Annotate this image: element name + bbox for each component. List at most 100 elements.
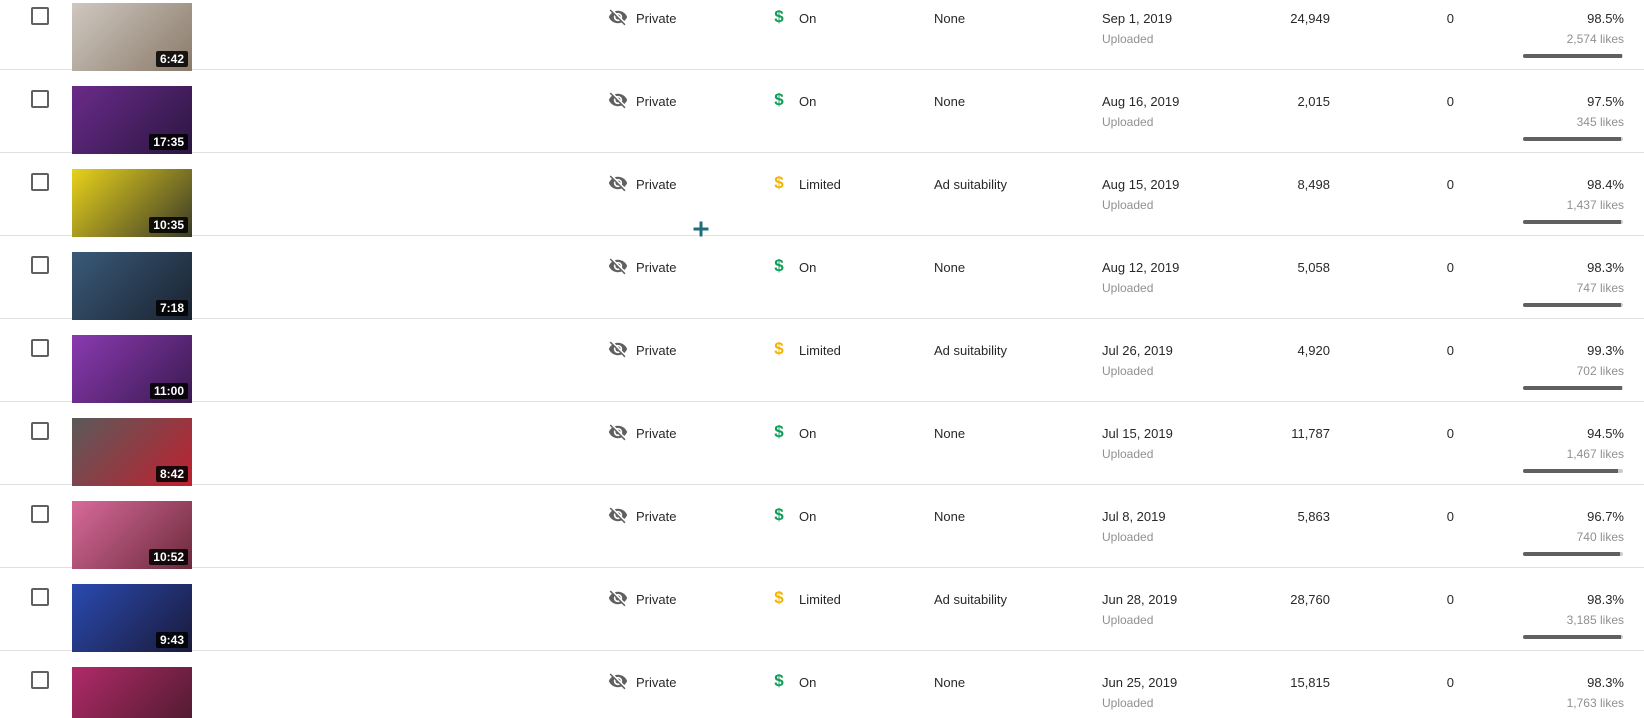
eye-off-icon: [608, 505, 628, 525]
dollar-icon: $: [774, 671, 784, 690]
like-ratio-fill: [1523, 54, 1622, 58]
comments-count[interactable]: 0: [1447, 94, 1454, 109]
date-label: Aug 16, 2019: [1102, 94, 1180, 109]
like-ratio-fill: [1523, 552, 1620, 556]
video-thumbnail[interactable]: 10:35: [72, 169, 192, 237]
video-thumbnail[interactable]: 11:00: [72, 335, 192, 403]
row-checkbox[interactable]: [31, 505, 49, 523]
row-checkbox[interactable]: [31, 7, 49, 25]
views-count: 24,949: [1290, 11, 1330, 26]
video-thumbnail[interactable]: 7:18: [72, 252, 192, 320]
like-ratio-fill: [1523, 137, 1621, 141]
visibility-label[interactable]: Private: [636, 426, 676, 441]
views-count: 2,015: [1297, 94, 1330, 109]
restrictions-label[interactable]: None: [934, 426, 965, 441]
restrictions-label[interactable]: Ad suitability: [934, 592, 1007, 607]
restrictions-label[interactable]: None: [934, 11, 965, 26]
monetization-label[interactable]: On: [799, 260, 816, 275]
like-ratio-bar: [1523, 386, 1623, 390]
date-label: Jul 8, 2019: [1102, 509, 1166, 524]
restrictions-label[interactable]: None: [934, 675, 965, 690]
duration-badge: 6:42: [155, 51, 188, 67]
likes-count: 1,763 likes: [1566, 696, 1624, 710]
like-percent: 98.4%: [1587, 177, 1624, 192]
comments-count[interactable]: 0: [1447, 343, 1454, 358]
duration-badge: 8:42: [155, 466, 188, 482]
monetization-label[interactable]: Limited: [799, 592, 841, 607]
row-checkbox[interactable]: [31, 671, 49, 689]
video-thumbnail[interactable]: 6:42: [72, 3, 192, 71]
table-row[interactable]: 9:43 Private $ Limited Ad suitability Jun 28,…: [0, 571, 1644, 652]
restrictions-label[interactable]: Ad suitability: [934, 177, 1007, 192]
restrictions-label[interactable]: None: [934, 509, 965, 524]
like-ratio-bar: [1523, 220, 1623, 224]
monetization-label[interactable]: Limited: [799, 343, 841, 358]
video-thumbnail[interactable]: 17:35: [72, 86, 192, 154]
duration-badge: 9:43: [155, 632, 188, 648]
restrictions-label[interactable]: None: [934, 260, 965, 275]
visibility-label[interactable]: Private: [636, 592, 676, 607]
eye-off-icon: [608, 7, 628, 27]
dollar-icon: $: [774, 173, 784, 192]
row-checkbox[interactable]: [31, 173, 49, 191]
visibility-label[interactable]: Private: [636, 509, 676, 524]
likes-count: 1,467 likes: [1566, 447, 1624, 461]
like-ratio-fill: [1523, 303, 1622, 307]
date-label: Sep 1, 2019: [1102, 11, 1173, 26]
monetization-label[interactable]: On: [799, 11, 816, 26]
date-status-label: Uploaded: [1102, 115, 1154, 129]
table-row[interactable]: 10:35 Private $ Limited Ad suitability Aug 15…: [0, 156, 1644, 237]
restrictions-label[interactable]: None: [934, 94, 965, 109]
comments-count[interactable]: 0: [1447, 592, 1454, 607]
likes-count: 740 likes: [1576, 530, 1624, 544]
visibility-label[interactable]: Private: [636, 11, 676, 26]
views-count: 15,815: [1290, 675, 1330, 690]
table-row[interactable]: 11:00 Private $ Limited Ad suitability Jul 26…: [0, 322, 1644, 403]
row-checkbox[interactable]: [31, 588, 49, 606]
views-count: 4,920: [1297, 343, 1330, 358]
row-checkbox[interactable]: [31, 90, 49, 108]
table-row[interactable]: 7:18 Private $ On None Aug 12, 2019 Uploaded 5,…: [0, 239, 1644, 320]
table-row[interactable]: 8:42 Private $ On None Jul 15, 2019 Uploaded 11…: [0, 405, 1644, 486]
views-count: 5,863: [1297, 509, 1330, 524]
row-checkbox[interactable]: [31, 256, 49, 274]
comments-count[interactable]: 0: [1447, 509, 1454, 524]
video-thumbnail[interactable]: 8:42: [72, 418, 192, 486]
comments-count[interactable]: 0: [1447, 260, 1454, 275]
visibility-label[interactable]: Private: [636, 343, 676, 358]
visibility-label[interactable]: Private: [636, 177, 676, 192]
table-row[interactable]: 17:35 Private $ On None Aug 16, 2019 Uploaded 2…: [0, 73, 1644, 154]
like-percent: 98.5%: [1587, 11, 1624, 26]
row-checkbox[interactable]: [31, 422, 49, 440]
like-ratio-fill: [1523, 469, 1618, 473]
monetization-label[interactable]: On: [799, 426, 816, 441]
like-percent: 97.5%: [1587, 94, 1624, 109]
visibility-label[interactable]: Private: [636, 260, 676, 275]
date-status-label: Uploaded: [1102, 32, 1154, 46]
comments-count[interactable]: 0: [1447, 177, 1454, 192]
video-thumbnail[interactable]: 9:43: [72, 584, 192, 652]
like-ratio-bar: [1523, 635, 1623, 639]
visibility-label[interactable]: Private: [636, 675, 676, 690]
dollar-icon: $: [774, 505, 784, 524]
eye-off-icon: [608, 671, 628, 691]
video-thumbnail[interactable]: [72, 667, 192, 718]
monetization-label[interactable]: On: [799, 509, 816, 524]
restrictions-label[interactable]: Ad suitability: [934, 343, 1007, 358]
like-ratio-fill: [1523, 386, 1623, 390]
table-row[interactable]: 6:42 Private $ On None Sep 1, 2019 Uploaded 24,…: [0, 0, 1644, 71]
like-percent: 96.7%: [1587, 509, 1624, 524]
date-label: Aug 15, 2019: [1102, 177, 1180, 192]
comments-count[interactable]: 0: [1447, 426, 1454, 441]
visibility-label[interactable]: Private: [636, 94, 676, 109]
table-row[interactable]: 10:52 Private $ On None Jul 8, 2019 Uploaded 5,…: [0, 488, 1644, 569]
video-thumbnail[interactable]: 10:52: [72, 501, 192, 569]
comments-count[interactable]: 0: [1447, 675, 1454, 690]
monetization-label[interactable]: On: [799, 94, 816, 109]
monetization-label[interactable]: Limited: [799, 177, 841, 192]
comments-count[interactable]: 0: [1447, 11, 1454, 26]
monetization-label[interactable]: On: [799, 675, 816, 690]
date-status-label: Uploaded: [1102, 696, 1154, 710]
row-checkbox[interactable]: [31, 339, 49, 357]
table-row[interactable]: Private $ On None Jun 25, 2019 Uploaded 15,815…: [0, 654, 1644, 718]
